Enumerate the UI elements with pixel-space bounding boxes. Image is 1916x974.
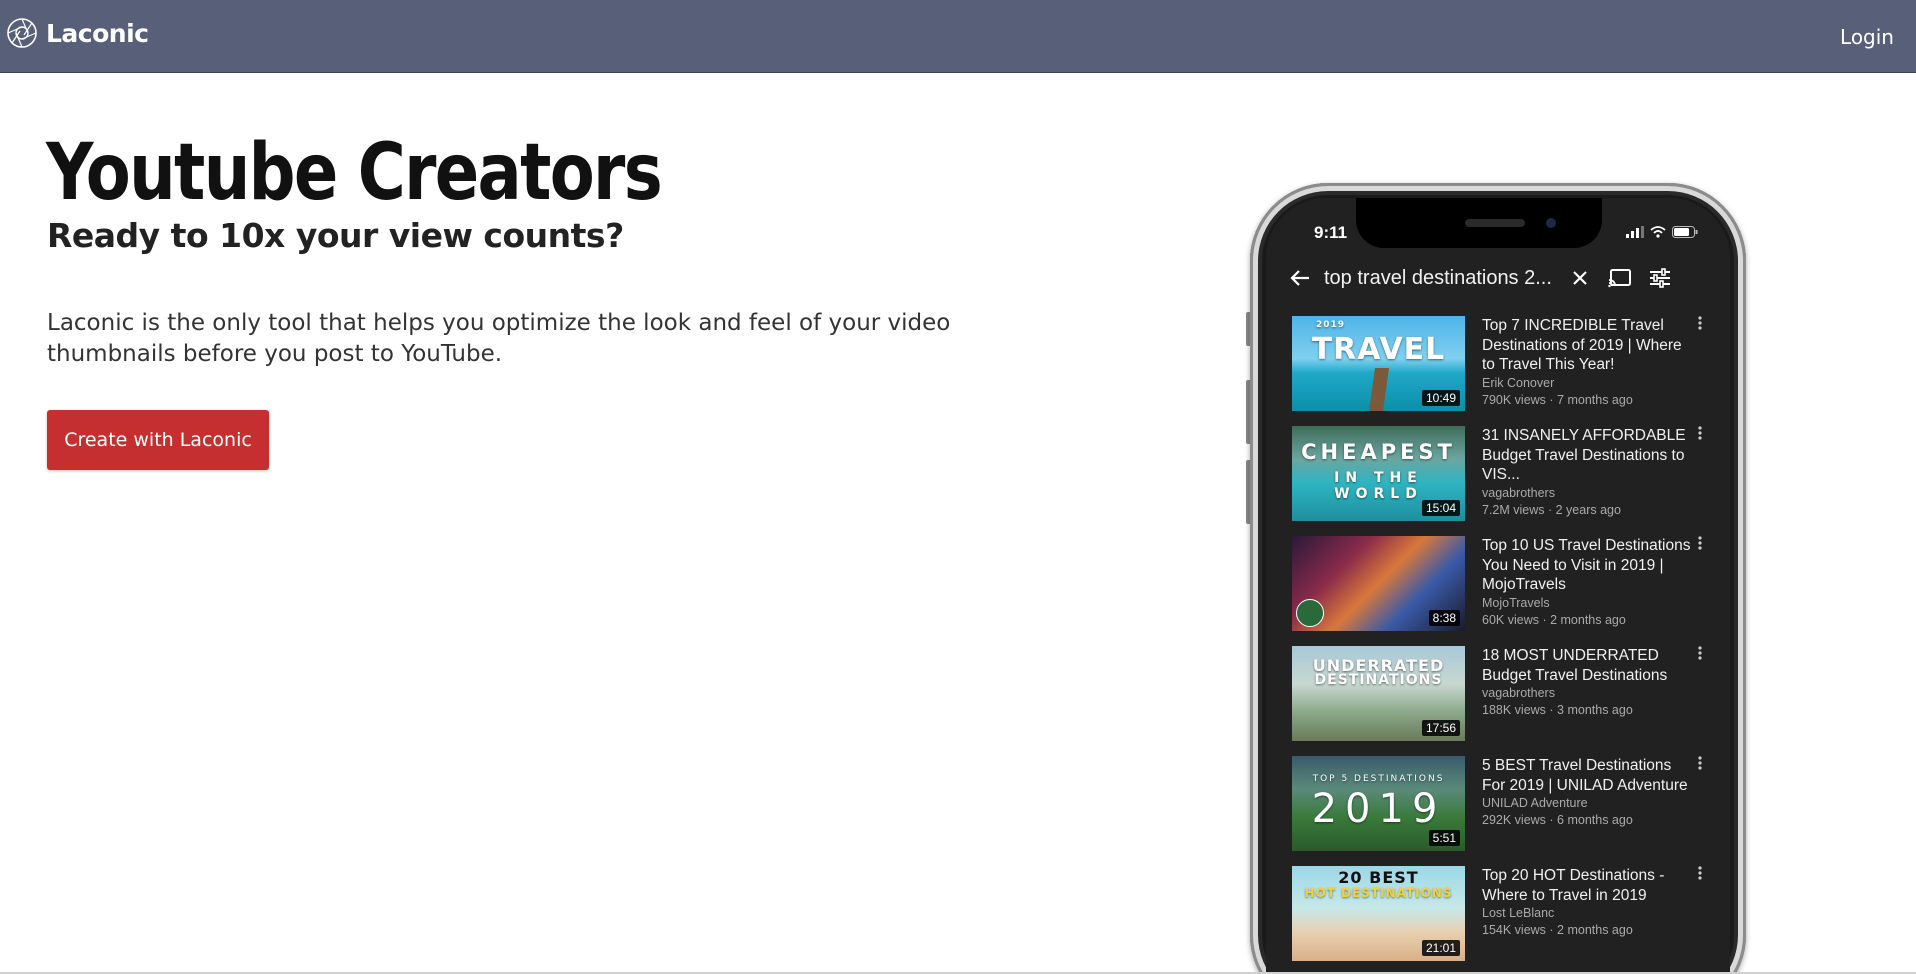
create-with-laconic-button[interactable]: Create with Laconic bbox=[47, 410, 269, 470]
video-thumbnail[interactable]: 8:38 bbox=[1292, 536, 1465, 631]
video-duration: 5:51 bbox=[1428, 830, 1460, 846]
battery-icon bbox=[1672, 226, 1698, 238]
thumbnail-text: 20 BEST bbox=[1338, 868, 1419, 887]
status-icons bbox=[1626, 226, 1698, 238]
video-stats: 60K views · 2 months ago bbox=[1482, 612, 1626, 627]
video-stats: 790K views · 7 months ago bbox=[1482, 392, 1633, 407]
more-vert-icon[interactable] bbox=[1698, 866, 1708, 885]
search-query-input[interactable]: top travel destinations 2... bbox=[1324, 267, 1560, 290]
video-title[interactable]: 18 MOST UNDERRATED Budget Travel Destina… bbox=[1482, 646, 1694, 685]
video-channel[interactable]: UNILAD Adventure bbox=[1482, 795, 1694, 812]
video-duration: 10:49 bbox=[1421, 390, 1460, 406]
video-result[interactable]: 8:38 Top 10 US Travel Destinations You N… bbox=[1292, 536, 1716, 646]
video-meta: Top 20 HOT Destinations - Where to Trave… bbox=[1482, 866, 1694, 974]
video-channel[interactable]: vagabrothers bbox=[1482, 685, 1694, 702]
video-title[interactable]: 31 INSANELY AFFORDABLE Budget Travel Des… bbox=[1482, 426, 1694, 485]
close-icon[interactable] bbox=[1560, 270, 1600, 286]
video-result[interactable]: UNDERRATED DESTINATIONS 17:56 18 MOST UN… bbox=[1292, 646, 1716, 756]
thumbnail-small-text: IN THE WORLD bbox=[1334, 470, 1423, 502]
hero-title: Youtube Creators bbox=[46, 128, 663, 218]
thumbnail-small-text: 2019 bbox=[1316, 320, 1346, 330]
video-title[interactable]: Top 10 US Travel Destinations You Need t… bbox=[1482, 536, 1694, 595]
video-duration: 17:56 bbox=[1421, 720, 1460, 736]
thumbnail-text: CHEAPEST bbox=[1301, 440, 1456, 464]
video-thumbnail[interactable]: TOP 5 DESTINATIONS 2019 5:51 bbox=[1292, 756, 1465, 851]
video-stats: 292K views · 6 months ago bbox=[1482, 813, 1633, 827]
video-thumbnail[interactable]: 20 BEST HOT DESTINATIONS 21:01 bbox=[1292, 866, 1465, 961]
more-vert-icon[interactable] bbox=[1698, 316, 1708, 335]
video-result[interactable]: CHEAPEST IN THE WORLD 15:04 31 INSANELY … bbox=[1292, 426, 1716, 536]
video-duration: 8:38 bbox=[1428, 610, 1460, 626]
more-vert-icon[interactable] bbox=[1698, 536, 1708, 555]
video-thumbnail[interactable]: CHEAPEST IN THE WORLD 15:04 bbox=[1292, 426, 1465, 521]
video-channel[interactable]: Lost LeBlanc bbox=[1482, 905, 1694, 922]
video-result[interactable]: 2019 TRAVEL 10:49 Top 7 INCREDIBLE Trave… bbox=[1292, 316, 1716, 426]
filter-icon[interactable] bbox=[1640, 268, 1680, 288]
hero-description: Laconic is the only tool that helps you … bbox=[47, 310, 951, 367]
phone-speaker bbox=[1465, 219, 1525, 227]
aperture-logo-icon bbox=[7, 18, 37, 48]
navbar: Laconic Login bbox=[0, 0, 1916, 73]
search-results-list: 2019 TRAVEL 10:49 Top 7 INCREDIBLE Trave… bbox=[1292, 316, 1716, 974]
hero-subtitle: Ready to 10x your view counts? bbox=[47, 216, 624, 255]
video-stats: 154K views · 2 months ago bbox=[1482, 923, 1633, 937]
channel-logo-badge bbox=[1296, 599, 1324, 627]
video-thumbnail[interactable]: 2019 TRAVEL 10:49 bbox=[1292, 316, 1465, 411]
thumbnail-text: TRAVEL bbox=[1311, 332, 1446, 367]
video-result[interactable]: TOP 5 DESTINATIONS 2019 5:51 5 BEST Trav… bbox=[1292, 756, 1716, 866]
more-vert-icon[interactable] bbox=[1698, 426, 1708, 445]
cast-icon[interactable] bbox=[1600, 268, 1640, 288]
video-stats: 188K views · 3 months ago bbox=[1482, 703, 1633, 717]
login-link[interactable]: Login bbox=[1840, 25, 1894, 49]
thumbnail-small-text: HOT DESTINATIONS bbox=[1304, 886, 1453, 900]
video-title[interactable]: Top 7 INCREDIBLE Travel Destinations of … bbox=[1482, 316, 1694, 375]
signal-icon bbox=[1626, 226, 1644, 238]
more-vert-icon[interactable] bbox=[1698, 646, 1708, 665]
video-channel[interactable]: Erik Conover bbox=[1482, 375, 1694, 392]
video-meta: 5 BEST Travel Destinations For 2019 | UN… bbox=[1482, 756, 1694, 866]
back-arrow-icon[interactable] bbox=[1282, 269, 1318, 287]
video-meta: 18 MOST UNDERRATED Budget Travel Destina… bbox=[1482, 646, 1694, 756]
video-duration: 21:01 bbox=[1421, 940, 1460, 956]
video-meta: 31 INSANELY AFFORDABLE Budget Travel Des… bbox=[1482, 426, 1694, 536]
video-meta: Top 7 INCREDIBLE Travel Destinations of … bbox=[1482, 316, 1694, 426]
video-result[interactable]: 20 BEST HOT DESTINATIONS 21:01 Top 20 HO… bbox=[1292, 866, 1716, 974]
brand-name: Laconic bbox=[46, 18, 149, 48]
thumbnail-small-text: DESTINATIONS bbox=[1314, 672, 1443, 688]
thumbnail-text: 2019 bbox=[1311, 786, 1446, 832]
brand-link[interactable]: Laconic bbox=[6, 17, 149, 49]
youtube-search-bar: top travel destinations 2... bbox=[1282, 260, 1708, 296]
video-channel[interactable]: vagabrothers bbox=[1482, 485, 1694, 502]
video-stats: 7.2M views · 2 years ago bbox=[1482, 502, 1621, 517]
video-title[interactable]: 5 BEST Travel Destinations For 2019 | UN… bbox=[1482, 756, 1694, 795]
thumbnail-small-text: TOP 5 DESTINATIONS bbox=[1312, 774, 1445, 784]
video-duration: 15:04 bbox=[1421, 500, 1460, 516]
status-time: 9:11 bbox=[1314, 223, 1348, 242]
more-vert-icon[interactable] bbox=[1698, 756, 1708, 775]
video-title[interactable]: Top 20 HOT Destinations - Where to Trave… bbox=[1482, 866, 1694, 905]
pier-shape bbox=[1368, 368, 1390, 411]
video-thumbnail[interactable]: UNDERRATED DESTINATIONS 17:56 bbox=[1292, 646, 1465, 741]
video-channel[interactable]: MojoTravels bbox=[1482, 595, 1694, 612]
phone-camera bbox=[1546, 218, 1556, 228]
video-meta: Top 10 US Travel Destinations You Need t… bbox=[1482, 536, 1694, 646]
wifi-icon bbox=[1650, 226, 1666, 238]
